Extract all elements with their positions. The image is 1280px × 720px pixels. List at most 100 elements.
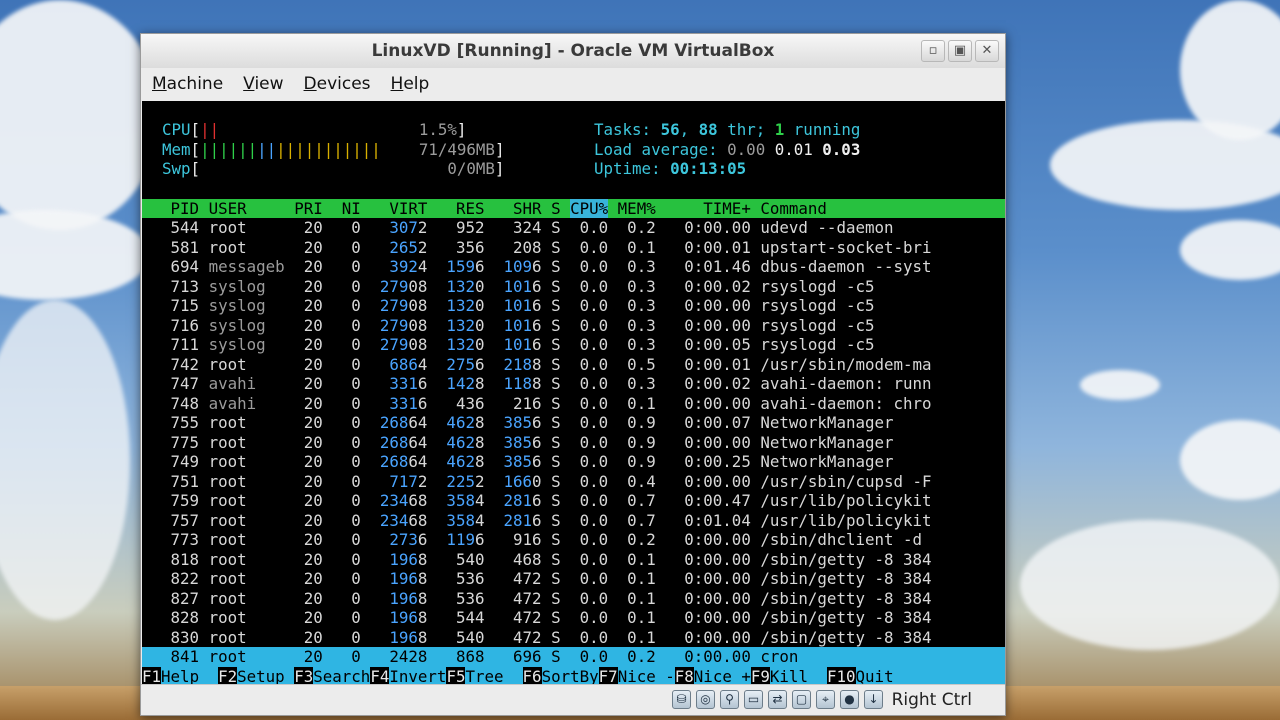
function-key-f5[interactable]: F5 [446,666,466,685]
table-row[interactable]: 759 root 20 0 23468 3584 2816 S 0.0 0.7 … [142,491,1005,511]
table-row[interactable]: 755 root 20 0 26864 4628 3856 S 0.0 0.9 … [142,413,1005,433]
cell-pri: 20 [294,296,323,315]
table-row[interactable]: 747 avahi 20 0 3316 1428 1188 S 0.0 0.3 … [142,374,1005,394]
function-key-f8[interactable]: F8 [674,666,694,685]
table-row[interactable]: 818 root 20 0 1968 540 468 S 0.0 0.1 0:0… [142,550,1005,570]
table-row[interactable]: 757 root 20 0 23468 3584 2816 S 0.0 0.7 … [142,511,1005,531]
column-header-user[interactable]: USER [209,199,295,218]
cell-pid: 715 [142,296,200,315]
table-row-selected[interactable]: 841 root 20 0 2428 868 696 S 0.0 0.2 0:0… [142,647,1005,667]
table-row[interactable]: 828 root 20 0 1968 544 472 S 0.0 0.1 0:0… [142,608,1005,628]
maximize-button[interactable]: ▣ [948,40,972,62]
column-header-pri[interactable]: PRI [294,199,323,218]
table-row[interactable]: 827 root 20 0 1968 536 472 S 0.0 0.1 0:0… [142,589,1005,609]
cell-virt: 1968 [370,569,428,588]
cell-virt: 3316 [370,393,428,413]
cell-cpu: 0.0 [570,218,609,237]
function-key-f10[interactable]: F10 [826,666,856,685]
cell-shr: 472 [494,569,542,588]
shared-folders-icon[interactable]: ▭ [744,690,763,709]
function-key-label[interactable]: Kill [770,667,827,686]
cell-ni: 0 [332,471,361,491]
table-row[interactable]: 749 root 20 0 26864 4628 3856 S 0.0 0.9 … [142,452,1005,472]
menu-machine[interactable]: Machine [151,72,224,96]
table-row[interactable]: 773 root 20 0 2736 1196 916 S 0.0 0.2 0:… [142,530,1005,550]
cell-pid: 747 [142,374,200,393]
mouse-integration-icon[interactable]: ⌖ [816,690,835,709]
column-header-s[interactable]: S [551,199,561,218]
cell-user: avahi [208,374,295,393]
cell-s: S [551,432,561,452]
cell-cpu: 0.0 [570,276,609,296]
function-key-f2[interactable]: F2 [218,666,238,685]
column-header-time[interactable]: TIME+ [665,199,751,218]
function-key-f1[interactable]: F1 [142,666,162,685]
table-row[interactable]: 822 root 20 0 1968 536 472 S 0.0 0.1 0:0… [142,569,1005,589]
close-button[interactable]: ✕ [975,40,999,62]
column-header-cpu[interactable]: CPU% [570,198,609,218]
function-key-f6[interactable]: F6 [522,666,542,685]
vm-screen[interactable]: CPU[|| 1.5%] Mem[||||||||||||||||||| 71/… [142,101,1005,685]
column-header-res[interactable]: RES [437,199,485,218]
hard-disk-icon[interactable]: ⛁ [672,690,691,709]
table-row[interactable]: 716 syslog 20 0 27908 1320 1016 S 0.0 0.… [142,316,1005,336]
cell-cmd: NetworkManager [760,452,942,471]
function-key-label[interactable]: Search [313,667,370,686]
display-icon[interactable]: ▢ [792,690,811,709]
column-header-mem[interactable]: MEM% [618,199,656,218]
table-row[interactable]: 751 root 20 0 7172 2252 1660 S 0.0 0.4 0… [142,472,1005,492]
cell-pid: 755 [142,413,200,432]
cell-pid: 749 [142,452,200,471]
column-header-cmd[interactable]: Command [760,199,941,218]
table-row[interactable]: 694 messageb 20 0 3924 1596 1096 S 0.0 0… [142,257,1005,277]
network-icon[interactable]: ⇄ [768,690,787,709]
usb-icon[interactable]: ⚲ [720,690,739,709]
arrow-down-icon[interactable]: ↓ [864,690,883,709]
cell-shr: 3856 [494,413,542,432]
table-row[interactable]: 742 root 20 0 6864 2756 2188 S 0.0 0.5 0… [142,355,1005,375]
menu-help[interactable]: Help [390,72,431,96]
column-header-shr[interactable]: SHR [494,199,542,218]
column-header-ni[interactable]: NI [332,199,361,218]
cell-pri: 20 [294,257,323,276]
function-key-f3[interactable]: F3 [294,666,314,685]
menu-view[interactable]: View [242,72,284,96]
function-key-label[interactable]: Invert [389,667,446,686]
table-row[interactable]: 830 root 20 0 1968 540 472 S 0.0 0.1 0:0… [142,628,1005,648]
column-header-virt[interactable]: VIRT [370,199,427,218]
table-row[interactable]: 775 root 20 0 26864 4628 3856 S 0.0 0.9 … [142,433,1005,453]
cell-ni: 0 [332,627,361,647]
table-row[interactable]: 748 avahi 20 0 3316 436 216 S 0.0 0.1 0:… [142,394,1005,414]
table-row[interactable]: 715 syslog 20 0 27908 1320 1016 S 0.0 0.… [142,296,1005,316]
cell-shr: 1016 [494,315,542,335]
title-bar[interactable]: LinuxVD [Running] - Oracle VM VirtualBox… [141,34,1005,69]
table-row[interactable]: 711 syslog 20 0 27908 1320 1016 S 0.0 0.… [142,335,1005,355]
cell-pid: 773 [142,530,200,549]
cell-pid: 775 [142,432,200,452]
cell-time: 0:00.00 [665,647,751,666]
function-key-label[interactable]: Quit [856,667,913,686]
cell-shr: 472 [494,588,542,608]
menu-devices[interactable]: Devices [303,72,372,96]
load-average: Load average: 0.00 0.01 0.03 [594,139,861,159]
recording-icon[interactable]: ● [840,690,859,709]
cell-pid: 742 [142,354,200,374]
function-key-f9[interactable]: F9 [750,666,770,685]
table-row[interactable]: 581 root 20 0 2652 356 208 S 0.0 0.1 0:0… [142,238,1005,258]
table-row[interactable]: 544 root 20 0 3072 952 324 S 0.0 0.2 0:0… [142,218,1005,238]
function-key-f7[interactable]: F7 [598,666,618,685]
cell-mem: 0.7 [617,491,656,510]
minimize-button[interactable]: ▫ [921,40,945,62]
table-row[interactable]: 713 syslog 20 0 27908 1320 1016 S 0.0 0.… [142,277,1005,297]
function-key-label[interactable]: Setup [237,667,294,686]
function-key-label[interactable]: Nice - [618,667,675,686]
function-key-label[interactable]: Tree [465,667,522,686]
optical-drive-icon[interactable]: ◎ [696,690,715,709]
function-key-label[interactable]: Help [161,667,218,686]
cell-user: root [208,627,295,647]
function-key-label[interactable]: SortBy [542,667,599,686]
function-key-f4[interactable]: F4 [370,666,390,685]
column-header-pid[interactable]: PID [142,199,200,218]
cell-s: S [551,393,561,413]
function-key-label[interactable]: Nice + [694,667,751,686]
